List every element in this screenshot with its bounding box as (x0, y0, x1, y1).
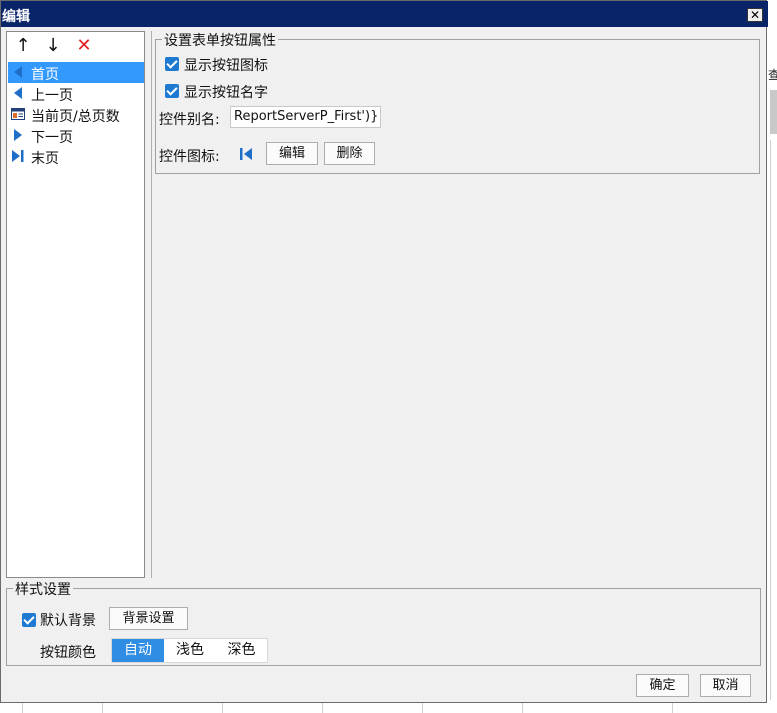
background-grid-line (222, 703, 223, 713)
background-right-edge: 查 (767, 0, 777, 713)
background-grid-line (22, 703, 23, 713)
arrow-down-icon: ↓ (45, 35, 61, 56)
next-page-icon (14, 129, 22, 141)
title-bar[interactable]: 编辑 ✕ (1, 1, 768, 27)
color-option-light[interactable]: 浅色 (164, 639, 216, 662)
show-name-checkbox[interactable] (165, 84, 179, 98)
list-item-page-count[interactable]: 当前页/总页数 (7, 104, 144, 125)
panel-splitter[interactable] (151, 31, 152, 578)
background-grid-line (672, 703, 673, 713)
default-background-checkbox[interactable] (22, 613, 36, 627)
close-icon: ✕ (749, 8, 761, 22)
show-icon-label: 显示按钮图标 (184, 58, 268, 74)
dialog-title: 编辑 (2, 9, 30, 25)
color-option-auto[interactable]: 自动 (112, 639, 164, 662)
color-option-dark[interactable]: 深色 (216, 639, 267, 662)
alias-label: 控件别名: (159, 112, 220, 128)
first-page-icon (240, 148, 252, 160)
background-grid-line (322, 703, 323, 713)
edit-dialog: 编辑 ✕ ↑ ↓ ✕ 首页 上一页 当前页/总页数 下一页 末页 设置表单按钮属… (0, 0, 768, 703)
list-item-label: 当前页/总页数 (31, 109, 120, 125)
last-page-icon (12, 150, 24, 162)
button-color-label: 按钮颜色 (40, 645, 96, 661)
background-grid-line (422, 703, 423, 713)
list-item-first-page[interactable]: 首页 (7, 62, 144, 83)
selection-highlight (8, 62, 144, 83)
move-down-button[interactable]: ↓ (43, 36, 63, 56)
default-background-label: 默认背景 (40, 613, 96, 629)
arrow-up-icon: ↑ (15, 35, 31, 56)
list-item-next-page[interactable]: 下一页 (7, 125, 144, 146)
list-item-label: 下一页 (31, 130, 73, 146)
delete-item-button[interactable]: ✕ (74, 36, 94, 56)
list-item-last-page[interactable]: 末页 (7, 146, 144, 167)
edit-icon-button[interactable]: 编辑 (266, 142, 318, 165)
icon-label: 控件图标: (159, 149, 220, 165)
cancel-button[interactable]: 取消 (700, 674, 751, 697)
close-button[interactable]: ✕ (747, 8, 763, 22)
background-grid-line (522, 703, 523, 713)
first-page-icon (14, 66, 22, 78)
delete-icon-button[interactable]: 删除 (324, 142, 375, 165)
show-icon-checkbox[interactable] (165, 57, 179, 71)
page-count-icon (11, 108, 25, 120)
list-item-previous-page[interactable]: 上一页 (7, 83, 144, 104)
background-peek-text: 查 (768, 68, 777, 82)
ok-button[interactable]: 确定 (636, 674, 689, 697)
previous-page-icon (14, 87, 22, 99)
list-toolbar: ↑ ↓ ✕ (7, 32, 144, 60)
button-color-selector: 自动 浅色 深色 (111, 638, 268, 663)
button-properties-group: 设置表单按钮属性 显示按钮图标 显示按钮名字 控件别名: ReportServe… (155, 30, 760, 174)
group-legend: 设置表单按钮属性 (162, 30, 278, 50)
button-list-panel: ↑ ↓ ✕ 首页 上一页 当前页/总页数 下一页 末页 (6, 31, 145, 578)
group-legend: 样式设置 (13, 579, 73, 599)
delete-icon: ✕ (76, 35, 92, 56)
background-bottom-edge (0, 703, 777, 713)
background-grid-line (102, 703, 103, 713)
list-item-label: 末页 (31, 151, 59, 167)
list-item-label: 首页 (31, 67, 59, 83)
background-grid-line (770, 140, 771, 700)
background-settings-button[interactable]: 背景设置 (109, 607, 188, 630)
move-up-button[interactable]: ↑ (13, 36, 33, 56)
show-name-label: 显示按钮名字 (184, 85, 268, 101)
style-settings-group: 样式设置 默认背景 背景设置 按钮颜色 自动 浅色 深色 (6, 579, 761, 666)
alias-input[interactable]: ReportServerP_First')} (230, 106, 381, 128)
list-item-label: 上一页 (31, 88, 73, 104)
background-scrollbar (770, 90, 777, 134)
